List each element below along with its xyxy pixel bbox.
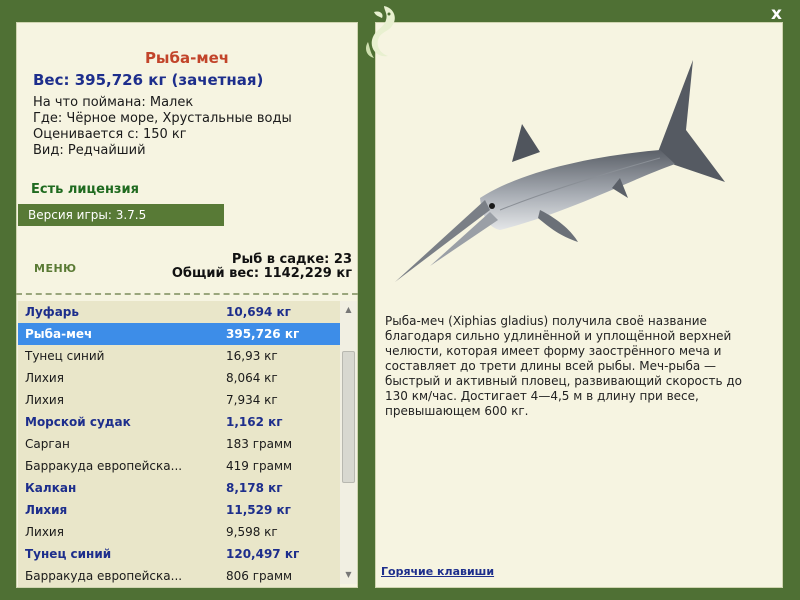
catch-fish-name: Барракуда европейска... [25, 569, 183, 583]
catch-list-row[interactable]: Барракуда европейска... 806 грамм [18, 565, 340, 587]
catch-fish-weight: 11,529 кг [226, 503, 291, 517]
catch-list-row[interactable]: Луфарь 10,694 кг [18, 301, 340, 323]
catch-fish-weight: 120,497 кг [226, 547, 300, 561]
catch-list-row[interactable]: Калкан 8,178 кг [18, 477, 340, 499]
catch-fish-weight: 8,064 кг [226, 371, 278, 385]
fish-name: Рыба-меч [144, 49, 230, 67]
catch-list-row[interactable]: Барракуда европейска... 419 грамм [18, 455, 340, 477]
catch-fish-weight: 806 грамм [226, 569, 293, 583]
catch-fish-weight: 183 грамм [226, 437, 293, 451]
total-weight: Общий вес: 1142,229 кг [171, 266, 352, 281]
catch-fish-weight: 395,726 кг [226, 327, 300, 341]
fish-logo-icon [366, 6, 395, 58]
catch-fish-weight: 419 грамм [226, 459, 293, 473]
catch-list-row[interactable]: Морской судак 1,162 кг [18, 411, 340, 433]
version-bar: Версия игры: 3.7.5 [18, 204, 224, 226]
catch-fish-weight: 1,162 кг [226, 415, 283, 429]
catch-list-row[interactable]: Тунец синий 16,93 кг [18, 345, 340, 367]
catch-fish-name: Луфарь [25, 305, 79, 319]
fish-weight: Вес: 395,726 кг (зачетная) [33, 71, 264, 89]
catch-fish-name: Лихия [25, 393, 64, 407]
catch-fish-name: Рыба-меч [25, 327, 93, 341]
kind-text: Вид: Редчайший [33, 143, 146, 158]
menu-button[interactable]: МЕНЮ [34, 262, 77, 275]
catch-list-row[interactable]: Лихия 9,598 кг [18, 521, 340, 543]
catch-list-row[interactable]: Тунец синий 120,497 кг [18, 543, 340, 565]
location-text: Где: Чёрное море, Хрустальные воды [33, 111, 292, 126]
valued-from-text: Оценивается с: 150 кг [33, 127, 187, 142]
catch-fish-name: Калкан [25, 481, 77, 495]
catch-fish-weight: 8,178 кг [226, 481, 283, 495]
caught-on-text: На что поймана: Малек [33, 95, 194, 110]
catch-fish-name: Барракуда европейска... [25, 459, 183, 473]
scroll-up-icon[interactable]: ▲ [340, 303, 357, 317]
license-status: Есть лицензия [31, 182, 139, 197]
swordfish-image [395, 60, 725, 282]
catch-fish-name: Лихия [25, 525, 64, 539]
catch-list[interactable]: Луфарь 10,694 кг Рыба-меч 395,726 кг Тунец с… [18, 301, 340, 587]
catch-fish-name: Тунец синий [25, 547, 112, 561]
fish-count: Рыб в садке: 23 [231, 252, 352, 267]
catch-list-row[interactable]: Лихия 8,064 кг [18, 367, 340, 389]
hotkeys-link[interactable]: Горячие клавиши [381, 565, 494, 578]
fish-description: Рыба-меч (Xiphias gladius) получила своё… [385, 314, 743, 418]
close-icon[interactable]: x [771, 4, 782, 24]
catch-list-row[interactable]: Лихия 11,529 кг [18, 499, 340, 521]
catch-list-row[interactable]: Сарган 183 грамм [18, 433, 340, 455]
catch-fish-name: Лихия [25, 503, 68, 517]
catch-fish-weight: 10,694 кг [226, 305, 291, 319]
scrollbar[interactable]: ▲ ▼ [340, 301, 357, 584]
catch-fish-name: Морской судак [25, 415, 131, 429]
catch-list-row[interactable]: Лихия 7,934 кг [18, 389, 340, 411]
catch-list-row[interactable]: Рыба-меч 395,726 кг [18, 323, 340, 345]
catch-fish-weight: 7,934 кг [226, 393, 278, 407]
scroll-down-icon[interactable]: ▼ [340, 568, 357, 582]
scrollbar-thumb[interactable] [342, 351, 355, 483]
catch-fish-name: Лихия [25, 371, 64, 385]
catch-fish-weight: 9,598 кг [226, 525, 278, 539]
catch-fish-name: Сарган [25, 437, 70, 451]
catch-fish-name: Тунец синий [25, 349, 105, 363]
catch-fish-weight: 16,93 кг [226, 349, 278, 363]
divider [16, 293, 358, 295]
